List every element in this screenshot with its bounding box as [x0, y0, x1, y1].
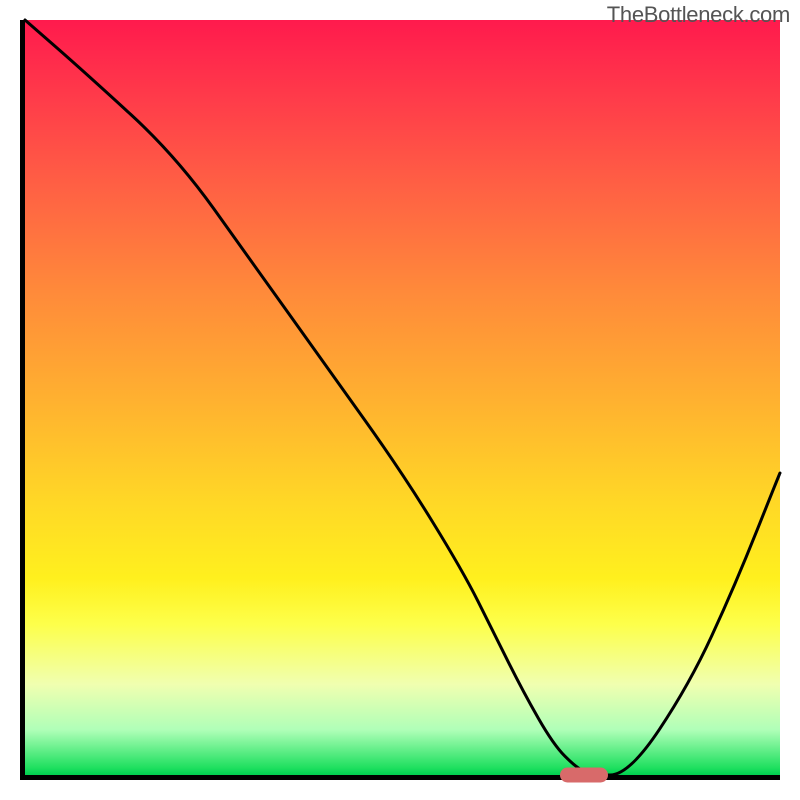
optimal-point-marker: [560, 768, 608, 783]
chart-plot-area: [20, 20, 780, 780]
bottleneck-curve-path: [25, 20, 780, 775]
watermark-text: TheBottleneck.com: [607, 2, 790, 28]
bottleneck-curve-svg: [25, 20, 780, 775]
